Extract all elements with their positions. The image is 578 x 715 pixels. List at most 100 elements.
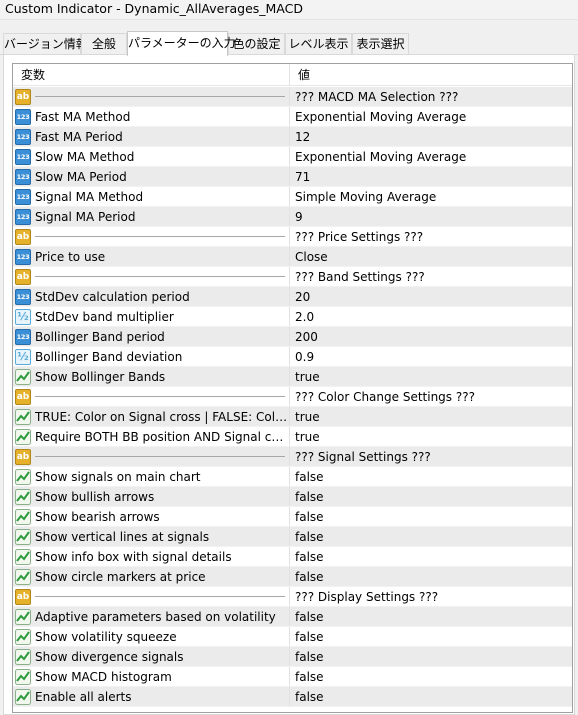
parameter-row[interactable]: Enable all alerts false [13, 687, 572, 707]
value-cell[interactable]: 12 [290, 127, 572, 147]
parameter-value[interactable]: Exponential Moving Average [295, 147, 466, 167]
parameter-row[interactable]: 123 Price to use Close [13, 247, 572, 267]
value-cell[interactable]: false [290, 527, 572, 547]
parameter-value[interactable]: true [295, 407, 320, 427]
header-variable[interactable]: 変数 [21, 64, 45, 86]
value-cell[interactable]: 200 [290, 327, 572, 347]
tab-input-parameters[interactable]: パラメーターの入力 [127, 31, 236, 56]
group-separator-row[interactable]: ab ??? Signal Settings ??? [13, 447, 572, 467]
parameter-row[interactable]: 123 Fast MA Method Exponential Moving Aver… [13, 107, 572, 127]
parameter-value[interactable]: 20 [295, 287, 310, 307]
value-cell[interactable]: 20 [290, 287, 572, 307]
integer-type-icon: 123 [15, 129, 31, 145]
parameter-row[interactable]: ½ StdDev band multiplier 2.0 [13, 307, 572, 327]
parameter-name: Require BOTH BB position AND Signal cros… [35, 430, 288, 444]
tab-version-info[interactable]: バージョン情報 [3, 33, 88, 55]
parameter-row[interactable]: 123 Signal MA Method Simple Moving Average [13, 187, 572, 207]
parameter-row[interactable]: TRUE: Color on Signal cross | FALSE: Col… [13, 407, 572, 427]
parameter-row[interactable]: 123 Signal MA Period 9 [13, 207, 572, 227]
parameter-value[interactable]: false [295, 547, 324, 567]
variable-cell: Adaptive parameters based on volatility [13, 607, 290, 627]
value-cell[interactable]: false [290, 547, 572, 567]
value-cell[interactable]: Simple Moving Average [290, 187, 572, 207]
parameter-row[interactable]: Show signals on main chart false [13, 467, 572, 487]
value-cell[interactable]: Close [290, 247, 572, 267]
header-divider[interactable] [289, 64, 290, 86]
parameter-value[interactable]: 200 [295, 327, 318, 347]
value-cell[interactable]: true [290, 407, 572, 427]
value-cell[interactable]: 2.0 [290, 307, 572, 327]
parameter-value[interactable]: true [295, 427, 320, 447]
parameter-row[interactable]: 123 Bollinger Band period 200 [13, 327, 572, 347]
parameter-value[interactable]: false [295, 467, 324, 487]
parameter-value[interactable]: false [295, 507, 324, 527]
value-cell[interactable]: 9 [290, 207, 572, 227]
parameter-name: StdDev calculation period [35, 290, 190, 304]
value-cell[interactable]: false [290, 467, 572, 487]
tab-levels[interactable]: レベル表示 [285, 33, 352, 55]
value-cell[interactable]: true [290, 367, 572, 387]
parameter-row[interactable]: Show vertical lines at signals false [13, 527, 572, 547]
parameter-value[interactable]: Close [295, 247, 328, 267]
parameter-row[interactable]: Show Bollinger Bands true [13, 367, 572, 387]
parameter-row[interactable]: Adaptive parameters based on volatility f… [13, 607, 572, 627]
parameter-row[interactable]: Show divergence signals false [13, 647, 572, 667]
value-cell[interactable]: Exponential Moving Average [290, 107, 572, 127]
value-cell[interactable]: false [290, 627, 572, 647]
tab-general[interactable]: 全般 [81, 33, 127, 55]
group-separator-row[interactable]: ab ??? Band Settings ??? [13, 267, 572, 287]
parameter-row[interactable]: Show bearish arrows false [13, 507, 572, 527]
parameter-value[interactable]: false [295, 667, 324, 687]
group-separator-row[interactable]: ab ??? Price Settings ??? [13, 227, 572, 247]
parameter-row[interactable]: Require BOTH BB position AND Signal cros… [13, 427, 572, 447]
value-cell[interactable]: false [290, 607, 572, 627]
group-separator-row[interactable]: ab ??? MACD MA Selection ??? [13, 87, 572, 107]
value-cell[interactable]: false [290, 647, 572, 667]
value-cell[interactable]: false [290, 487, 572, 507]
parameter-value[interactable]: false [295, 687, 324, 707]
parameter-row[interactable]: ½ Bollinger Band deviation 0.9 [13, 347, 572, 367]
group-title: ??? Signal Settings ??? [295, 450, 431, 464]
parameter-value[interactable]: true [295, 367, 320, 387]
value-cell[interactable]: Exponential Moving Average [290, 147, 572, 167]
group-separator-row[interactable]: ab ??? Display Settings ??? [13, 587, 572, 607]
value-cell[interactable]: 71 [290, 167, 572, 187]
parameter-row[interactable]: Show circle markers at price false [13, 567, 572, 587]
value-cell[interactable]: false [290, 567, 572, 587]
parameter-value[interactable]: 9 [295, 207, 303, 227]
tab-colors[interactable]: 色の設定 [228, 33, 285, 55]
value-cell[interactable]: false [290, 507, 572, 527]
value-cell[interactable]: true [290, 427, 572, 447]
parameter-value[interactable]: Simple Moving Average [295, 187, 436, 207]
group-separator-row[interactable]: ab ??? Color Change Settings ??? [13, 387, 572, 407]
parameter-name: Show signals on main chart [35, 470, 201, 484]
parameter-value[interactable]: 71 [295, 167, 310, 187]
parameter-row[interactable]: Show MACD histogram false [13, 667, 572, 687]
parameter-value[interactable]: false [295, 567, 324, 587]
group-title-cell: ??? Color Change Settings ??? [290, 387, 572, 407]
header-value[interactable]: 値 [298, 64, 310, 86]
parameter-row[interactable]: 123 Fast MA Period 12 [13, 127, 572, 147]
parameter-value[interactable]: false [295, 647, 324, 667]
variable-cell: Enable all alerts [13, 687, 290, 707]
value-cell[interactable]: false [290, 687, 572, 707]
parameter-row[interactable]: 123 Slow MA Method Exponential Moving Aver… [13, 147, 572, 167]
parameter-value[interactable]: Exponential Moving Average [295, 107, 466, 127]
tab-visualization[interactable]: 表示選択 [352, 33, 409, 55]
parameter-row[interactable]: Show volatility squeeze false [13, 627, 572, 647]
parameter-value[interactable]: 12 [295, 127, 310, 147]
parameter-value[interactable]: 0.9 [295, 347, 314, 367]
double-type-icon: ½ [15, 309, 31, 325]
parameter-value[interactable]: false [295, 487, 324, 507]
value-cell[interactable]: 0.9 [290, 347, 572, 367]
parameter-row[interactable]: Show info box with signal details false [13, 547, 572, 567]
integer-type-icon: 123 [15, 329, 31, 345]
parameter-row[interactable]: 123 Slow MA Period 71 [13, 167, 572, 187]
value-cell[interactable]: false [290, 667, 572, 687]
parameter-row[interactable]: 123 StdDev calculation period 20 [13, 287, 572, 307]
parameter-value[interactable]: false [295, 607, 324, 627]
parameter-value[interactable]: false [295, 527, 324, 547]
parameter-row[interactable]: Show bullish arrows false [13, 487, 572, 507]
parameter-value[interactable]: 2.0 [295, 307, 314, 327]
parameter-value[interactable]: false [295, 627, 324, 647]
